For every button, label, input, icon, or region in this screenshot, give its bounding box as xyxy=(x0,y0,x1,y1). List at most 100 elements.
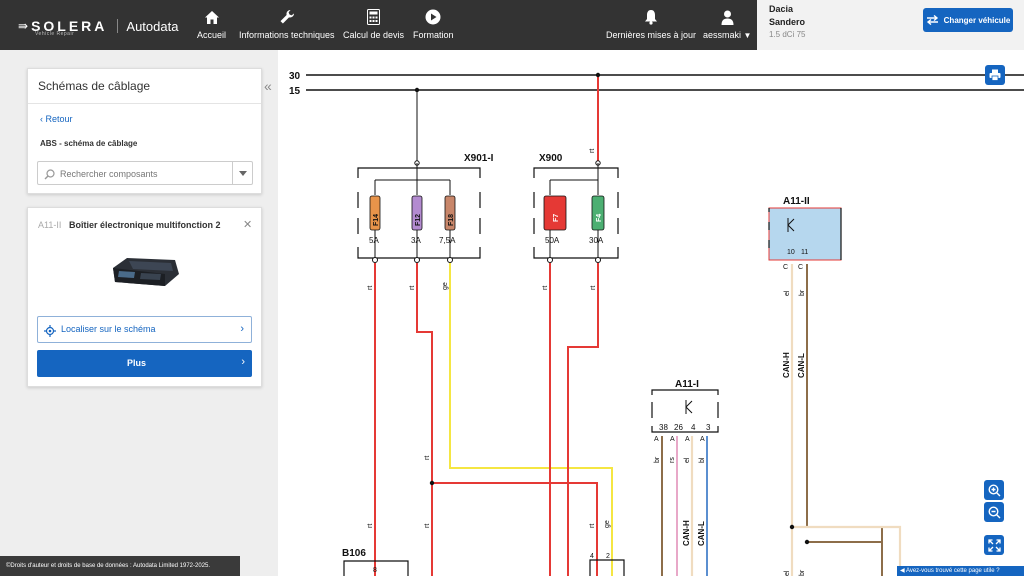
nav-technical-info[interactable]: Informations techniques xyxy=(239,8,335,40)
solera-autodata-logo[interactable]: ⇛ SOLERA Vehicle Repair Autodata xyxy=(18,14,178,38)
more-button[interactable]: Plus › xyxy=(37,350,252,377)
vehicle-engine: 1.5 dCi 75 xyxy=(769,30,806,39)
a11-ii-pin-10: 10 xyxy=(787,249,795,256)
signal-can-h: CAN-H xyxy=(682,520,691,546)
fuse-f7[interactable] xyxy=(543,195,567,231)
fuse-f7-rating: 50A xyxy=(545,236,560,245)
wire-code-ge: ge xyxy=(604,520,611,528)
locate-label: Localiser sur le schéma xyxy=(61,324,156,334)
connector-x901-label: X901-I xyxy=(464,153,494,164)
nav-user-menu[interactable]: aessmaki ▼ xyxy=(703,8,751,40)
fullscreen-button[interactable] xyxy=(984,535,1004,555)
nav-latest-updates-label: Dernières mises à jour xyxy=(606,30,697,40)
connector-right-box xyxy=(589,559,625,576)
collapse-panel-icon[interactable]: « xyxy=(264,78,272,94)
print-icon xyxy=(989,69,1001,81)
wire-yellow-f18[interactable] xyxy=(449,263,613,576)
junction-dot xyxy=(789,524,795,530)
wire-can-h-branch[interactable] xyxy=(792,525,902,576)
brand-name: Autodata xyxy=(126,18,179,34)
a11-i-pin-letter: A xyxy=(685,436,690,443)
logo-divider xyxy=(117,19,119,33)
fuse-f7-id: F7 xyxy=(553,214,560,222)
fullscreen-icon xyxy=(987,538,1001,552)
wire-code-el: el xyxy=(784,290,791,296)
fuse-f14-rating: 5A xyxy=(369,236,379,245)
wire-code-br: br xyxy=(799,569,806,576)
wire-code-br: br xyxy=(799,289,806,296)
module-a11-ii-label: A11-II xyxy=(783,196,810,207)
caret-down-icon: ▼ xyxy=(743,31,752,40)
wire-code-rt: rt xyxy=(409,286,416,290)
vehicle-make: Dacia xyxy=(769,4,794,14)
nav-home[interactable]: Accueil xyxy=(197,8,226,40)
back-link[interactable]: ‹ Retour xyxy=(40,114,73,124)
wire-code-rt: rt xyxy=(367,286,374,290)
nav-quote-calc[interactable]: Calcul de devis xyxy=(343,8,404,40)
fuse-f18-rating: 7,5A xyxy=(439,236,456,245)
connector-b106-label: B106 xyxy=(342,548,366,559)
nav-training[interactable]: Formation xyxy=(413,8,454,40)
vehicle-info: Dacia Sandero 1.5 dCi 75 Changer véhicul… xyxy=(757,0,1024,50)
fuse-f12-id: F12 xyxy=(415,214,422,226)
vehicle-model: Sandero xyxy=(769,17,806,27)
wire-code-el: el xyxy=(784,570,791,576)
fuse-f4[interactable] xyxy=(591,195,605,231)
chevron-right-icon: › xyxy=(241,356,245,368)
fuse-f12-rating: 3A xyxy=(411,236,421,245)
zoom-in-button[interactable] xyxy=(984,480,1004,500)
wire-code-rs: rs xyxy=(669,457,676,463)
a11-ii-pin-11: 11 xyxy=(801,249,808,256)
pin-node xyxy=(447,257,453,263)
play-icon xyxy=(425,8,441,26)
bell-icon xyxy=(644,8,658,26)
component-card: A11-II Boîtier électronique multifonctio… xyxy=(27,207,262,387)
junction-dot xyxy=(595,72,601,78)
swap-icon xyxy=(926,15,938,25)
wire-red-f12[interactable] xyxy=(416,263,433,576)
wire-code-rt: rt xyxy=(589,524,596,528)
copyright-notice: ©Droits d'auteur et droits de base de do… xyxy=(0,556,240,576)
feedback-tab[interactable]: ◀ Avez-vous trouvé cette page utile ? xyxy=(897,566,1024,576)
fuse-f4-rating: 30A xyxy=(589,236,604,245)
username: aessmaki xyxy=(703,30,742,40)
component-image xyxy=(105,238,185,302)
wire-red-f4[interactable] xyxy=(567,263,599,576)
search-icon xyxy=(44,167,55,185)
wire-code-rt: rt xyxy=(589,149,596,153)
panel-title: Schémas de câblage xyxy=(38,79,151,93)
pin-node xyxy=(595,257,601,263)
component-search[interactable] xyxy=(37,161,253,185)
back-label: Retour xyxy=(45,114,73,124)
wiring-diagram[interactable]: 30 15 X901-I F14 5A F12 3A F18 7,5A rt X… xyxy=(278,50,1024,576)
close-icon[interactable]: ✕ xyxy=(243,218,252,231)
wire-code-rt: rt xyxy=(542,286,549,290)
zoom-in-icon xyxy=(987,483,1000,496)
search-dropdown-button[interactable] xyxy=(232,162,252,184)
wire-code-rt: rt xyxy=(590,286,597,290)
pin-node xyxy=(414,257,420,263)
search-input[interactable] xyxy=(60,166,225,181)
junction-dot xyxy=(804,539,810,545)
signal-can-l: CAN-L xyxy=(697,521,706,546)
pin-node xyxy=(372,257,378,263)
wire-red-branch[interactable] xyxy=(432,482,598,576)
logo-sub: Vehicle Repair xyxy=(35,31,75,37)
top-navigation-bar: ⇛ SOLERA Vehicle Repair Autodata Accueil… xyxy=(0,0,1024,50)
a11-i-pin-38: 38 xyxy=(659,423,668,432)
print-button[interactable] xyxy=(985,65,1005,85)
caret-down-icon xyxy=(238,170,247,176)
wire-can-l-a11-ii[interactable] xyxy=(806,264,883,576)
locate-on-diagram-button[interactable]: Localiser sur le schéma › xyxy=(37,316,252,343)
zoom-out-icon xyxy=(987,505,1000,518)
nav-latest-updates[interactable]: Dernières mises à jour xyxy=(606,8,696,40)
fuse-f18-id: F18 xyxy=(448,214,455,226)
change-vehicle-button[interactable]: Changer véhicule xyxy=(923,8,1013,32)
calculator-icon xyxy=(367,8,381,26)
a11-i-pin-letter: A xyxy=(670,436,675,443)
zoom-out-button[interactable] xyxy=(984,502,1004,522)
junction-dot xyxy=(429,480,435,486)
a11-i-pin-26: 26 xyxy=(674,423,683,432)
more-label: Plus xyxy=(127,358,147,368)
nav-technical-info-label: Informations techniques xyxy=(239,30,335,40)
